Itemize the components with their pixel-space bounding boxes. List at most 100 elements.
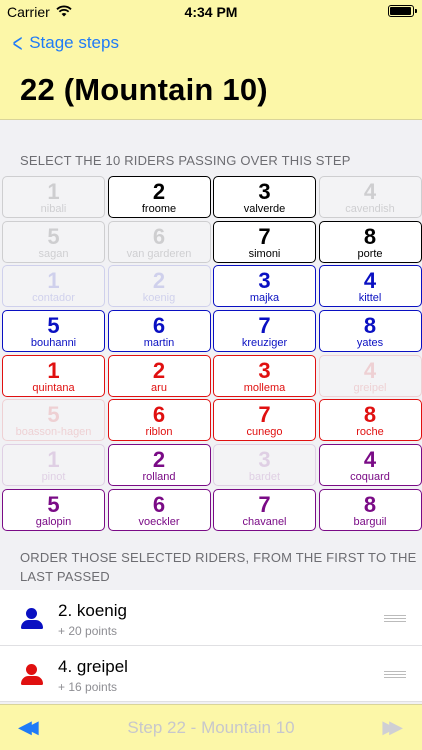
select-section-header: SELECT THE 10 RIDERS PASSING OVER THIS S…	[20, 153, 351, 168]
rider-name: quintana	[32, 381, 75, 394]
rider-number: 5	[47, 313, 60, 339]
rider-number: 2	[152, 268, 166, 294]
rider-number: 7	[258, 223, 271, 249]
rider-cell[interactable]: 7 chavanel	[213, 488, 316, 531]
ordered-rider-row[interactable]: 4. greipel + 16 points	[0, 646, 422, 702]
ordered-rider-points: + 20 points	[58, 624, 118, 638]
clock: 4:34 PM	[184, 4, 238, 20]
rider-name: valverde	[243, 203, 286, 215]
rider-cell[interactable]: 3 valverde	[213, 176, 316, 218]
rider-cell[interactable]: 8 roche	[318, 399, 422, 442]
rider-number: 6	[152, 491, 166, 517]
rider-cell[interactable]: 5 galopin	[2, 488, 105, 531]
drag-handle-icon[interactable]	[384, 671, 406, 678]
rider-number: 1	[47, 357, 60, 383]
rider-name: riblon	[145, 426, 173, 439]
rider-cell[interactable]: 3 bardet	[213, 444, 316, 487]
rider-number: 1	[47, 179, 60, 204]
rider-cell[interactable]: 1 quintana	[2, 354, 105, 397]
rider-number: 6	[152, 223, 166, 249]
rider-cell[interactable]: 3 mollema	[213, 354, 316, 397]
rider-cell[interactable]: 3 majka	[213, 265, 316, 308]
rider-number: 6	[152, 402, 166, 428]
drag-handle-icon[interactable]	[384, 615, 406, 622]
order-header-line1: ORDER THOSE SELECTED RIDERS, FROM THE FI…	[20, 550, 417, 565]
rider-cell[interactable]: 2 koenig	[107, 265, 211, 308]
rider-cell[interactable]: 4 coquard	[318, 444, 422, 487]
rider-cell[interactable]: 2 froome	[107, 176, 211, 218]
rider-name: roche	[356, 426, 384, 439]
rider-name: cunego	[246, 426, 283, 439]
back-button[interactable]: < Stage steps	[10, 28, 119, 58]
rider-cell[interactable]: 5 bouhanni	[2, 310, 105, 353]
rider-cell[interactable]: 5 sagan	[2, 220, 105, 263]
chevron-left-icon: <	[12, 28, 23, 58]
step-label: Step 22 - Mountain 10	[127, 718, 295, 737]
rider-cell[interactable]: 1 nibali	[2, 176, 105, 218]
rider-name: porte	[357, 247, 383, 260]
rider-cell[interactable]: 6 voeckler	[107, 488, 211, 531]
rider-cell[interactable]: 8 barguil	[318, 488, 422, 531]
rider-name: bouhanni	[30, 337, 77, 350]
rider-number: 2	[152, 357, 166, 383]
rider-cell[interactable]: 4 greipel	[318, 354, 422, 397]
person-icon	[20, 664, 44, 686]
rider-cell[interactable]: 7 cunego	[213, 399, 316, 442]
rider-cell[interactable]: 2 aru	[107, 354, 211, 397]
rider-name: sagan	[38, 247, 69, 260]
page-title: 22 (Mountain 10)	[20, 72, 268, 107]
rider-cell[interactable]: 6 riblon	[107, 399, 211, 442]
fast-forward-icon: ▶▶	[382, 717, 403, 737]
rider-cell[interactable]: 5 boasson-hagen	[2, 399, 105, 442]
rider-number: 2	[152, 179, 166, 204]
rider-number: 8	[363, 491, 377, 517]
rider-name: kittel	[358, 292, 382, 305]
rider-number: 8	[363, 223, 377, 249]
ordered-rider-name: 2. koenig	[58, 601, 127, 620]
rider-cell[interactable]: 1 contador	[2, 265, 105, 308]
rider-number: 4	[363, 447, 377, 473]
rider-name: mollema	[243, 381, 286, 394]
rider-number: 6	[152, 313, 166, 339]
rider-name: bardet	[248, 471, 281, 484]
ordered-rider-name: 4. greipel	[58, 657, 128, 676]
rider-name: contador	[32, 292, 75, 305]
rider-cell[interactable]: 7 kreuziger	[213, 310, 316, 353]
rider-number: 3	[258, 357, 271, 383]
rider-cell[interactable]: 1 pinot	[2, 444, 105, 487]
rider-cell[interactable]: 8 porte	[318, 220, 422, 263]
rider-cell[interactable]: 4 cavendish	[318, 176, 422, 218]
rider-cell[interactable]: 8 yates	[318, 310, 422, 353]
rider-name: majka	[249, 292, 280, 305]
rider-number: 4	[363, 268, 377, 294]
rider-cell[interactable]: 2 rolland	[107, 444, 211, 487]
rider-cell[interactable]: 6 martin	[107, 310, 211, 353]
rider-name: pinot	[41, 471, 66, 484]
rider-name: aru	[151, 381, 167, 394]
rider-name: nibali	[40, 203, 67, 215]
status-bar: Carrier 4:34 PM	[0, 0, 422, 24]
rider-name: boasson-hagen	[15, 426, 92, 439]
rider-number: 1	[47, 447, 60, 473]
ordered-riders-list: 2. koenig + 20 points 4. greipel + 16 point…	[0, 590, 422, 702]
rider-name: simoni	[248, 247, 281, 260]
rider-name: galopin	[35, 515, 72, 528]
rider-name: greipel	[353, 381, 387, 394]
rider-number: 7	[258, 402, 271, 428]
navigation-bar: < Stage steps 22 (Mountain 10)	[0, 24, 422, 120]
rider-cell[interactable]: 7 simoni	[213, 220, 316, 263]
rider-number: 7	[258, 491, 271, 517]
rider-grid: 1 nibali 2 froome 3 valverde 4 cavendish 5 sagan 6…	[2, 176, 422, 531]
rider-number: 5	[47, 223, 60, 249]
rider-cell[interactable]: 4 kittel	[318, 265, 422, 308]
rider-number: 5	[47, 491, 60, 517]
rider-number: 3	[258, 447, 271, 473]
rider-cell[interactable]: 6 van garderen	[107, 220, 211, 263]
ordered-rider-row[interactable]: 2. koenig + 20 points	[0, 590, 422, 646]
bottom-toolbar: ◀◀ Step 22 - Mountain 10 ▶▶	[0, 704, 422, 750]
rider-number: 4	[363, 179, 377, 204]
rider-name: coquard	[350, 471, 390, 484]
rider-number: 2	[152, 447, 166, 473]
rider-number: 7	[258, 313, 271, 339]
rider-name: martin	[143, 337, 175, 350]
